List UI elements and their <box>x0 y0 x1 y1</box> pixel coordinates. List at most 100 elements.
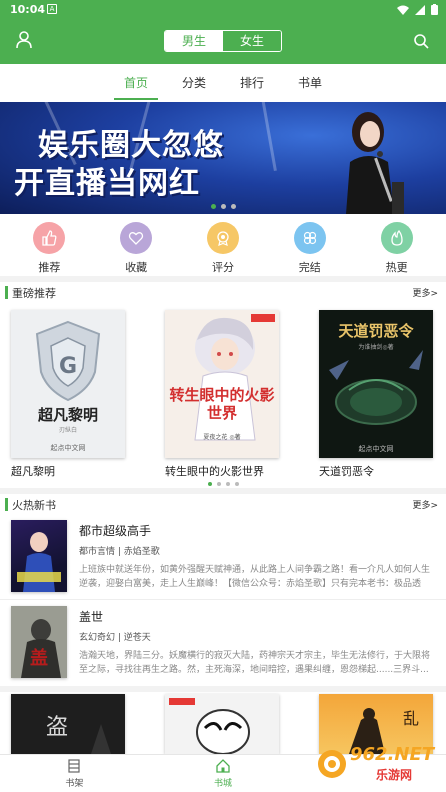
notification-icon: A <box>47 4 57 14</box>
book-name: 都市超级高手 <box>79 524 152 538</box>
section-title: 重磅推荐 <box>12 287 56 300</box>
list-item[interactable]: 盖 盖世 玄幻奇幻 | 逆苍天 浩瀚天地，界陆三分。妖魔横行的寂灭大陆，药神宗天… <box>0 600 446 686</box>
cover-publisher: 起点中文网 <box>50 444 86 452</box>
section-accent <box>5 498 8 511</box>
new-books-section-header: 火热新书 更多> <box>0 494 446 516</box>
quick-link-finished[interactable]: 完结 <box>275 214 345 280</box>
quick-link-recommend[interactable]: 推荐 <box>14 214 84 280</box>
warrior-illustration: 盖 <box>21 619 61 678</box>
signal-icon <box>415 4 425 15</box>
pager-dot <box>210 204 216 209</box>
singer-illustration <box>346 112 404 214</box>
section-title: 火热新书 <box>12 499 56 512</box>
nav-bookshelf[interactable]: 书架 <box>0 755 149 792</box>
pager-dot <box>234 482 239 486</box>
svg-text:盗: 盗 <box>46 715 68 740</box>
book-name: 盖世 <box>79 610 104 624</box>
quick-link-favorites[interactable]: 收藏 <box>101 214 171 280</box>
thumbs-up-icon <box>33 222 66 254</box>
watermark-sub: 乐游网 <box>376 768 413 782</box>
book-meta: 玄幻奇幻 | 逆苍天 <box>79 633 151 643</box>
featured-more-link[interactable]: 更多> <box>412 286 438 299</box>
svg-text:G: G <box>59 354 77 379</box>
quick-link-label: 完结 <box>298 261 321 274</box>
book-description: 浩瀚天地，界陆三分。妖魔横行的寂灭大陆，药神宗天才宗主，毕生无法修行，于大限将至… <box>79 651 431 675</box>
gender-male-tab[interactable]: 男生 <box>165 31 223 51</box>
cover-author: 为谁抽剑◎著 <box>358 344 394 351</box>
featured-section-header: 重磅推荐 更多> <box>0 282 446 304</box>
quick-link-label: 评分 <box>211 261 234 274</box>
svg-text:乱: 乱 <box>403 709 419 728</box>
gender-female-tab[interactable]: 女生 <box>223 31 281 51</box>
heart-icon <box>120 222 153 254</box>
system-icons <box>397 4 438 15</box>
pager-dot <box>216 482 221 486</box>
quick-link-hot-updates[interactable]: 热更 <box>362 214 432 280</box>
nav-bookstore[interactable]: 书城 <box>149 755 298 792</box>
pager-dot <box>207 482 212 486</box>
book-cover[interactable]: 盗 <box>11 694 125 754</box>
book-cover <box>11 520 67 592</box>
cover-title: 天道罚恶令 <box>338 322 414 340</box>
top-app-bar: 男生 女生 <box>0 20 446 64</box>
cover-publisher: 起点中文网 <box>358 445 394 453</box>
shield-emblem-illustration: G <box>35 320 101 402</box>
award-icon <box>206 222 239 254</box>
flame-icon <box>380 222 413 254</box>
opera-mask-illustration <box>169 698 250 754</box>
pager-dot <box>230 204 236 209</box>
pager-dot <box>225 482 230 486</box>
featured-pager <box>0 482 446 486</box>
watermark-brand: 962.NET <box>350 744 435 765</box>
book-cover[interactable]: 天道罚恶令 为谁抽剑◎著 起点中文网 <box>319 310 433 458</box>
gender-toggle: 男生 女生 <box>164 30 282 52</box>
cover-title: 转生眼中的火影世界 <box>169 386 275 422</box>
book-cover[interactable] <box>165 694 279 754</box>
quick-link-label: 收藏 <box>125 261 148 274</box>
book-title[interactable]: 超凡黎明 <box>11 463 55 479</box>
new-books-more-link[interactable]: 更多> <box>412 498 438 511</box>
cover-author: 夏夜之花 ◎著 <box>203 434 241 441</box>
site-watermark: 962.NET 乐游网 <box>314 742 440 786</box>
bookshelf-icon <box>68 759 80 773</box>
svg-text:盖: 盖 <box>30 647 48 669</box>
banner-line-2: 开直播当网红 <box>14 166 200 201</box>
battery-icon <box>431 4 438 15</box>
channel-tabs: 首页 分类 排行 书单 <box>0 64 446 102</box>
pager-dot <box>220 204 226 209</box>
status-time: 10:04 <box>10 3 46 16</box>
search-icon[interactable] <box>412 32 430 50</box>
banner-pager <box>0 204 446 209</box>
book-cover[interactable]: G 超凡黎明 刃纵白 起点中文网 <box>11 310 125 458</box>
book-cover[interactable]: 转生眼中的火影世界 夏夜之花 ◎著 <box>165 310 279 458</box>
wifi-icon <box>397 5 409 15</box>
tab-home[interactable]: 首页 <box>113 64 159 102</box>
status-bar: 10:04 A <box>0 0 446 20</box>
promo-banner[interactable]: 娱乐圈大忽悠 开直播当网红 <box>0 102 446 214</box>
tab-ranking[interactable]: 排行 <box>236 64 268 102</box>
nav-label: 书城 <box>214 779 233 789</box>
home-icon <box>216 759 230 773</box>
section-accent <box>5 286 8 299</box>
section-separator <box>0 686 446 692</box>
tab-booklist[interactable]: 书单 <box>294 64 326 102</box>
quick-links: 推荐 收藏 评分 完结 热更 <box>0 214 446 280</box>
book-meta: 都市言情 | 赤焰圣歌 <box>79 547 160 557</box>
user-icon[interactable] <box>14 30 34 50</box>
book-title[interactable]: 转生眼中的火影世界 <box>165 463 264 479</box>
tab-category[interactable]: 分类 <box>178 64 210 102</box>
tomb-illustration: 盗 <box>46 715 111 754</box>
quick-link-label: 热更 <box>385 261 408 274</box>
book-title[interactable]: 天道罚恶令 <box>319 463 374 479</box>
list-item[interactable]: 都市超级高手 都市言情 | 赤焰圣歌 上班族中就送年份，如黄外强醒天赋神通，从此… <box>0 514 446 600</box>
nav-label: 书架 <box>65 779 84 789</box>
quick-link-rating[interactable]: 评分 <box>188 214 258 280</box>
book-cover: 盖 <box>11 606 67 678</box>
book-description: 上班族中就送年份，如黄外强醒天赋神通，从此路上人间争霸之路！看一介凡人如何人生逆… <box>79 565 431 589</box>
cover-author: 刃纵白 <box>58 427 77 434</box>
urban-hero-illustration <box>17 532 61 592</box>
clover-icon <box>293 222 326 254</box>
quick-link-label: 推荐 <box>38 261 61 274</box>
stage-light <box>260 102 277 172</box>
cover-title: 超凡黎明 <box>37 406 98 424</box>
